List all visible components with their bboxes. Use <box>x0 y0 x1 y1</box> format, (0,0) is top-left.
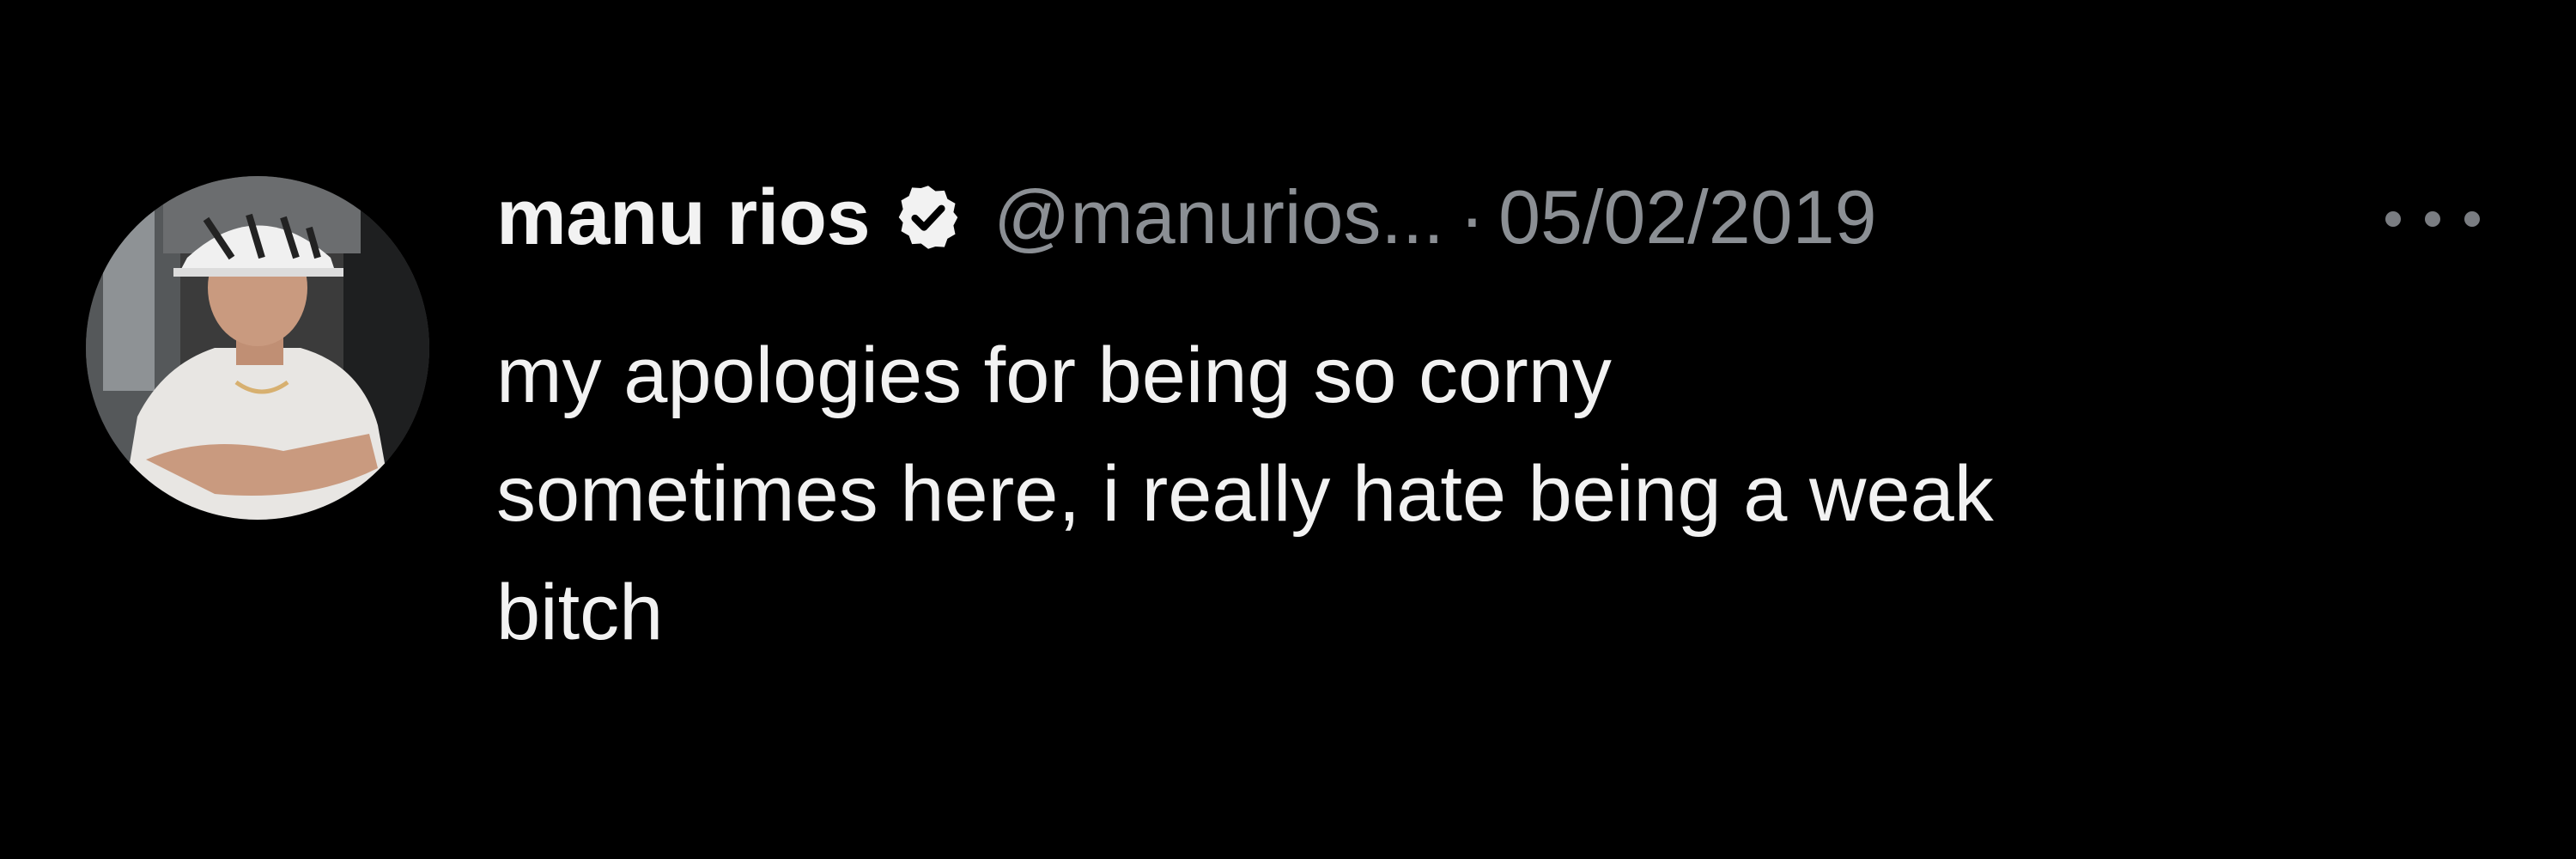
ellipsis-dot <box>2464 211 2480 227</box>
tweet-card[interactable]: manu rios @manurios... · 05/02/2019 my a… <box>0 0 2576 859</box>
more-options-ellipsis-icon[interactable] <box>2385 206 2480 232</box>
author-name[interactable]: manu rios <box>496 173 871 263</box>
tweet-header: manu rios @manurios... · 05/02/2019 <box>496 170 1877 265</box>
verified-badge-icon <box>892 181 964 253</box>
avatar[interactable] <box>86 176 429 520</box>
ellipsis-dot <box>2385 211 2401 227</box>
meta-separator: · <box>1459 174 1485 259</box>
author-handle[interactable]: @manurios... <box>993 174 1444 261</box>
tweet-date[interactable]: 05/02/2019 <box>1498 174 1876 261</box>
ellipsis-dot <box>2425 211 2440 227</box>
profile-photo-icon <box>86 176 429 520</box>
tweet-text: my apologies for being so corny sometime… <box>496 332 1994 656</box>
